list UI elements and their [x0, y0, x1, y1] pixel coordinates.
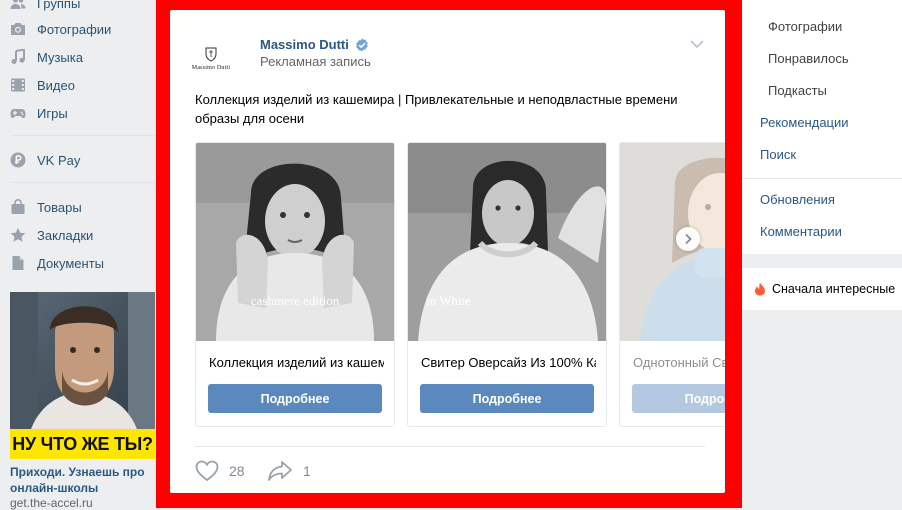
card-photo — [620, 143, 725, 341]
video-icon — [10, 77, 26, 93]
carousel-card[interactable]: cashmere edition Коллекция изделий из ка… — [195, 142, 395, 427]
share-count: 1 — [303, 463, 311, 479]
ruble-icon — [10, 152, 26, 168]
post-author[interactable]: Massimo Dutti — [260, 37, 369, 52]
nav-label: Документы — [37, 255, 105, 271]
like-count: 28 — [229, 463, 245, 479]
nav-divider — [10, 182, 155, 183]
nav-label: Товары — [37, 199, 82, 215]
card-caption: in White — [426, 293, 471, 308]
carousel-next-button[interactable] — [676, 227, 700, 251]
nav-item-documents[interactable]: Документы — [10, 252, 104, 274]
nav-label: Закладки — [37, 227, 94, 243]
share-button[interactable]: 1 — [267, 460, 311, 482]
card-title: Однотонный Свитер — [633, 355, 725, 370]
bag-icon — [10, 199, 26, 215]
nav-item-music[interactable]: Музыка — [10, 46, 83, 68]
fire-icon — [755, 282, 765, 296]
camera-icon — [10, 21, 26, 37]
ad-image[interactable]: НУ ЧТО ЖЕ ТЫ? — [10, 292, 155, 459]
nav-label: Игры — [37, 105, 68, 121]
nav-item-groups[interactable]: Группы — [10, 0, 80, 14]
filter-updates[interactable]: Обновления — [760, 192, 835, 207]
carousel: cashmere edition Коллекция изделий из ка… — [195, 142, 725, 427]
filter-comments[interactable]: Комментарии — [760, 224, 842, 239]
document-icon — [10, 255, 26, 271]
nav-item-vkpay[interactable]: VK Pay — [10, 149, 80, 171]
nav-label: Фотографии — [37, 21, 112, 37]
crest-icon — [205, 47, 217, 62]
chevron-right-icon — [685, 233, 692, 245]
gamepad-icon — [10, 105, 26, 121]
filter-recommendations[interactable]: Рекомендации — [760, 115, 849, 130]
chevron-down-icon[interactable] — [689, 38, 705, 50]
card-caption: cashmere edition — [250, 293, 340, 308]
share-icon — [268, 461, 292, 481]
brand-logo[interactable]: Massimo Dutti — [187, 34, 235, 82]
nav-label: Музыка — [37, 49, 83, 65]
filter-liked[interactable]: Понравилось — [768, 51, 849, 66]
nav-item-games[interactable]: Игры — [10, 102, 68, 124]
author-name: Massimo Dutti — [260, 37, 349, 52]
star-icon — [10, 227, 26, 243]
nav-label: Видео — [37, 77, 75, 93]
groups-icon — [10, 0, 26, 11]
carousel-card[interactable]: in White Свитер Оверсайз Из 100% Кашемир… — [407, 142, 607, 427]
card-photo — [196, 143, 394, 341]
left-sidebar: Группы Фотографии Музыка Видео Игры VK P… — [0, 0, 160, 510]
more-button[interactable]: Подробнее — [208, 384, 382, 413]
nav-item-photos[interactable]: Фотографии — [10, 18, 111, 40]
nav-label: Группы — [37, 0, 81, 11]
ad-title[interactable]: Приходи. Узнаешь про онлайн-школы — [10, 464, 155, 496]
logo-wordmark: Massimo Dutti — [191, 64, 231, 71]
nav-label: VK Pay — [37, 152, 81, 168]
nav-item-bookmarks[interactable]: Закладки — [10, 224, 93, 246]
more-button[interactable]: Подробнее — [632, 384, 725, 413]
sort-label: Сначала интересные — [772, 282, 896, 296]
like-button[interactable]: 28 — [195, 460, 245, 482]
verified-icon — [356, 38, 368, 51]
card-title: Свитер Оверсайз Из 100% Кашемира — [421, 355, 596, 370]
card-title: Коллекция изделий из кашемира — [209, 355, 384, 370]
ad-post: Massimo Dutti Massimo Dutti Рекламная за… — [170, 10, 725, 493]
filter-search[interactable]: Поиск — [760, 147, 796, 162]
feed-filters-panel: Фотографии Понравилось Подкасты Рекоменд… — [742, 0, 902, 254]
nav-item-goods[interactable]: Товары — [10, 196, 82, 218]
ad-banner: НУ ЧТО ЖЕ ТЫ? — [10, 429, 155, 459]
ad-label: Рекламная запись — [260, 54, 371, 69]
sort-panel: Сначала интересные — [742, 268, 902, 310]
nav-divider — [10, 135, 155, 136]
heart-icon — [195, 460, 219, 482]
panel-divider — [742, 178, 902, 179]
nav-item-video[interactable]: Видео — [10, 74, 75, 96]
post-divider — [195, 446, 705, 447]
more-button[interactable]: Подробнее — [420, 384, 594, 413]
music-icon — [10, 49, 26, 65]
sort-interesting-first[interactable]: Сначала интересные — [754, 282, 895, 296]
sidebar-ad[interactable]: НУ ЧТО ЖЕ ТЫ? Приходи. Узнаешь про онлай… — [10, 292, 155, 510]
carousel-card[interactable]: Однотонный Свитер Подробнее — [619, 142, 725, 427]
filter-podcasts[interactable]: Подкасты — [768, 83, 827, 98]
filter-photos[interactable]: Фотографии — [768, 19, 842, 34]
post-text: Коллекция изделий из кашемира | Привлека… — [195, 92, 678, 126]
card-photo — [408, 143, 606, 341]
